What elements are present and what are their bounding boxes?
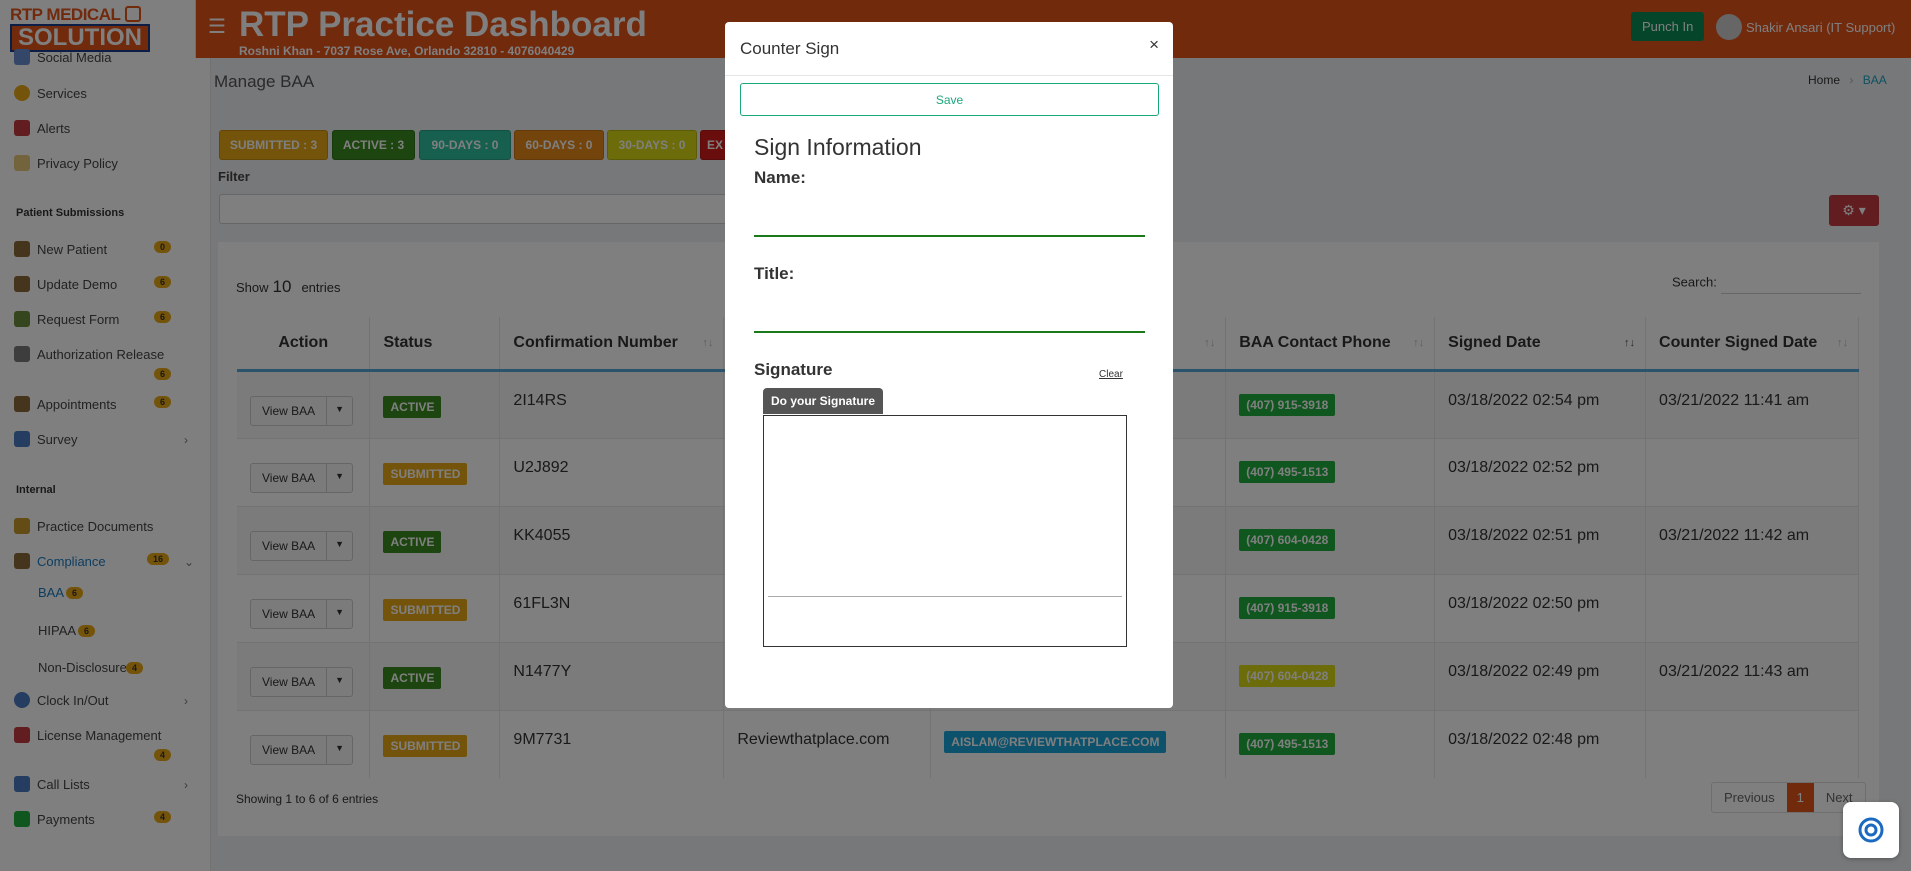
sign-information-heading: Sign Information <box>754 134 922 160</box>
signature-tab: Do your Signature <box>763 388 884 414</box>
signature-baseline <box>768 596 1122 597</box>
signature-pad[interactable] <box>763 415 1127 647</box>
title-field[interactable] <box>754 331 1145 333</box>
name-label: Name: <box>754 168 806 187</box>
title-label: Title: <box>754 264 795 283</box>
name-field[interactable] <box>754 235 1145 237</box>
lifebuoy-icon <box>1858 817 1884 843</box>
signature-label: Signature <box>754 360 833 379</box>
counter-sign-modal: Counter Sign × Save Sign Information Nam… <box>725 22 1173 708</box>
save-button[interactable]: Save <box>740 83 1159 116</box>
modal-title: Counter Sign <box>740 39 840 58</box>
close-icon[interactable]: × <box>1149 35 1159 55</box>
clear-signature-link[interactable]: Clear <box>1099 369 1123 380</box>
modal-header: Counter Sign × <box>725 22 1173 76</box>
help-widget-button[interactable] <box>1843 802 1899 858</box>
